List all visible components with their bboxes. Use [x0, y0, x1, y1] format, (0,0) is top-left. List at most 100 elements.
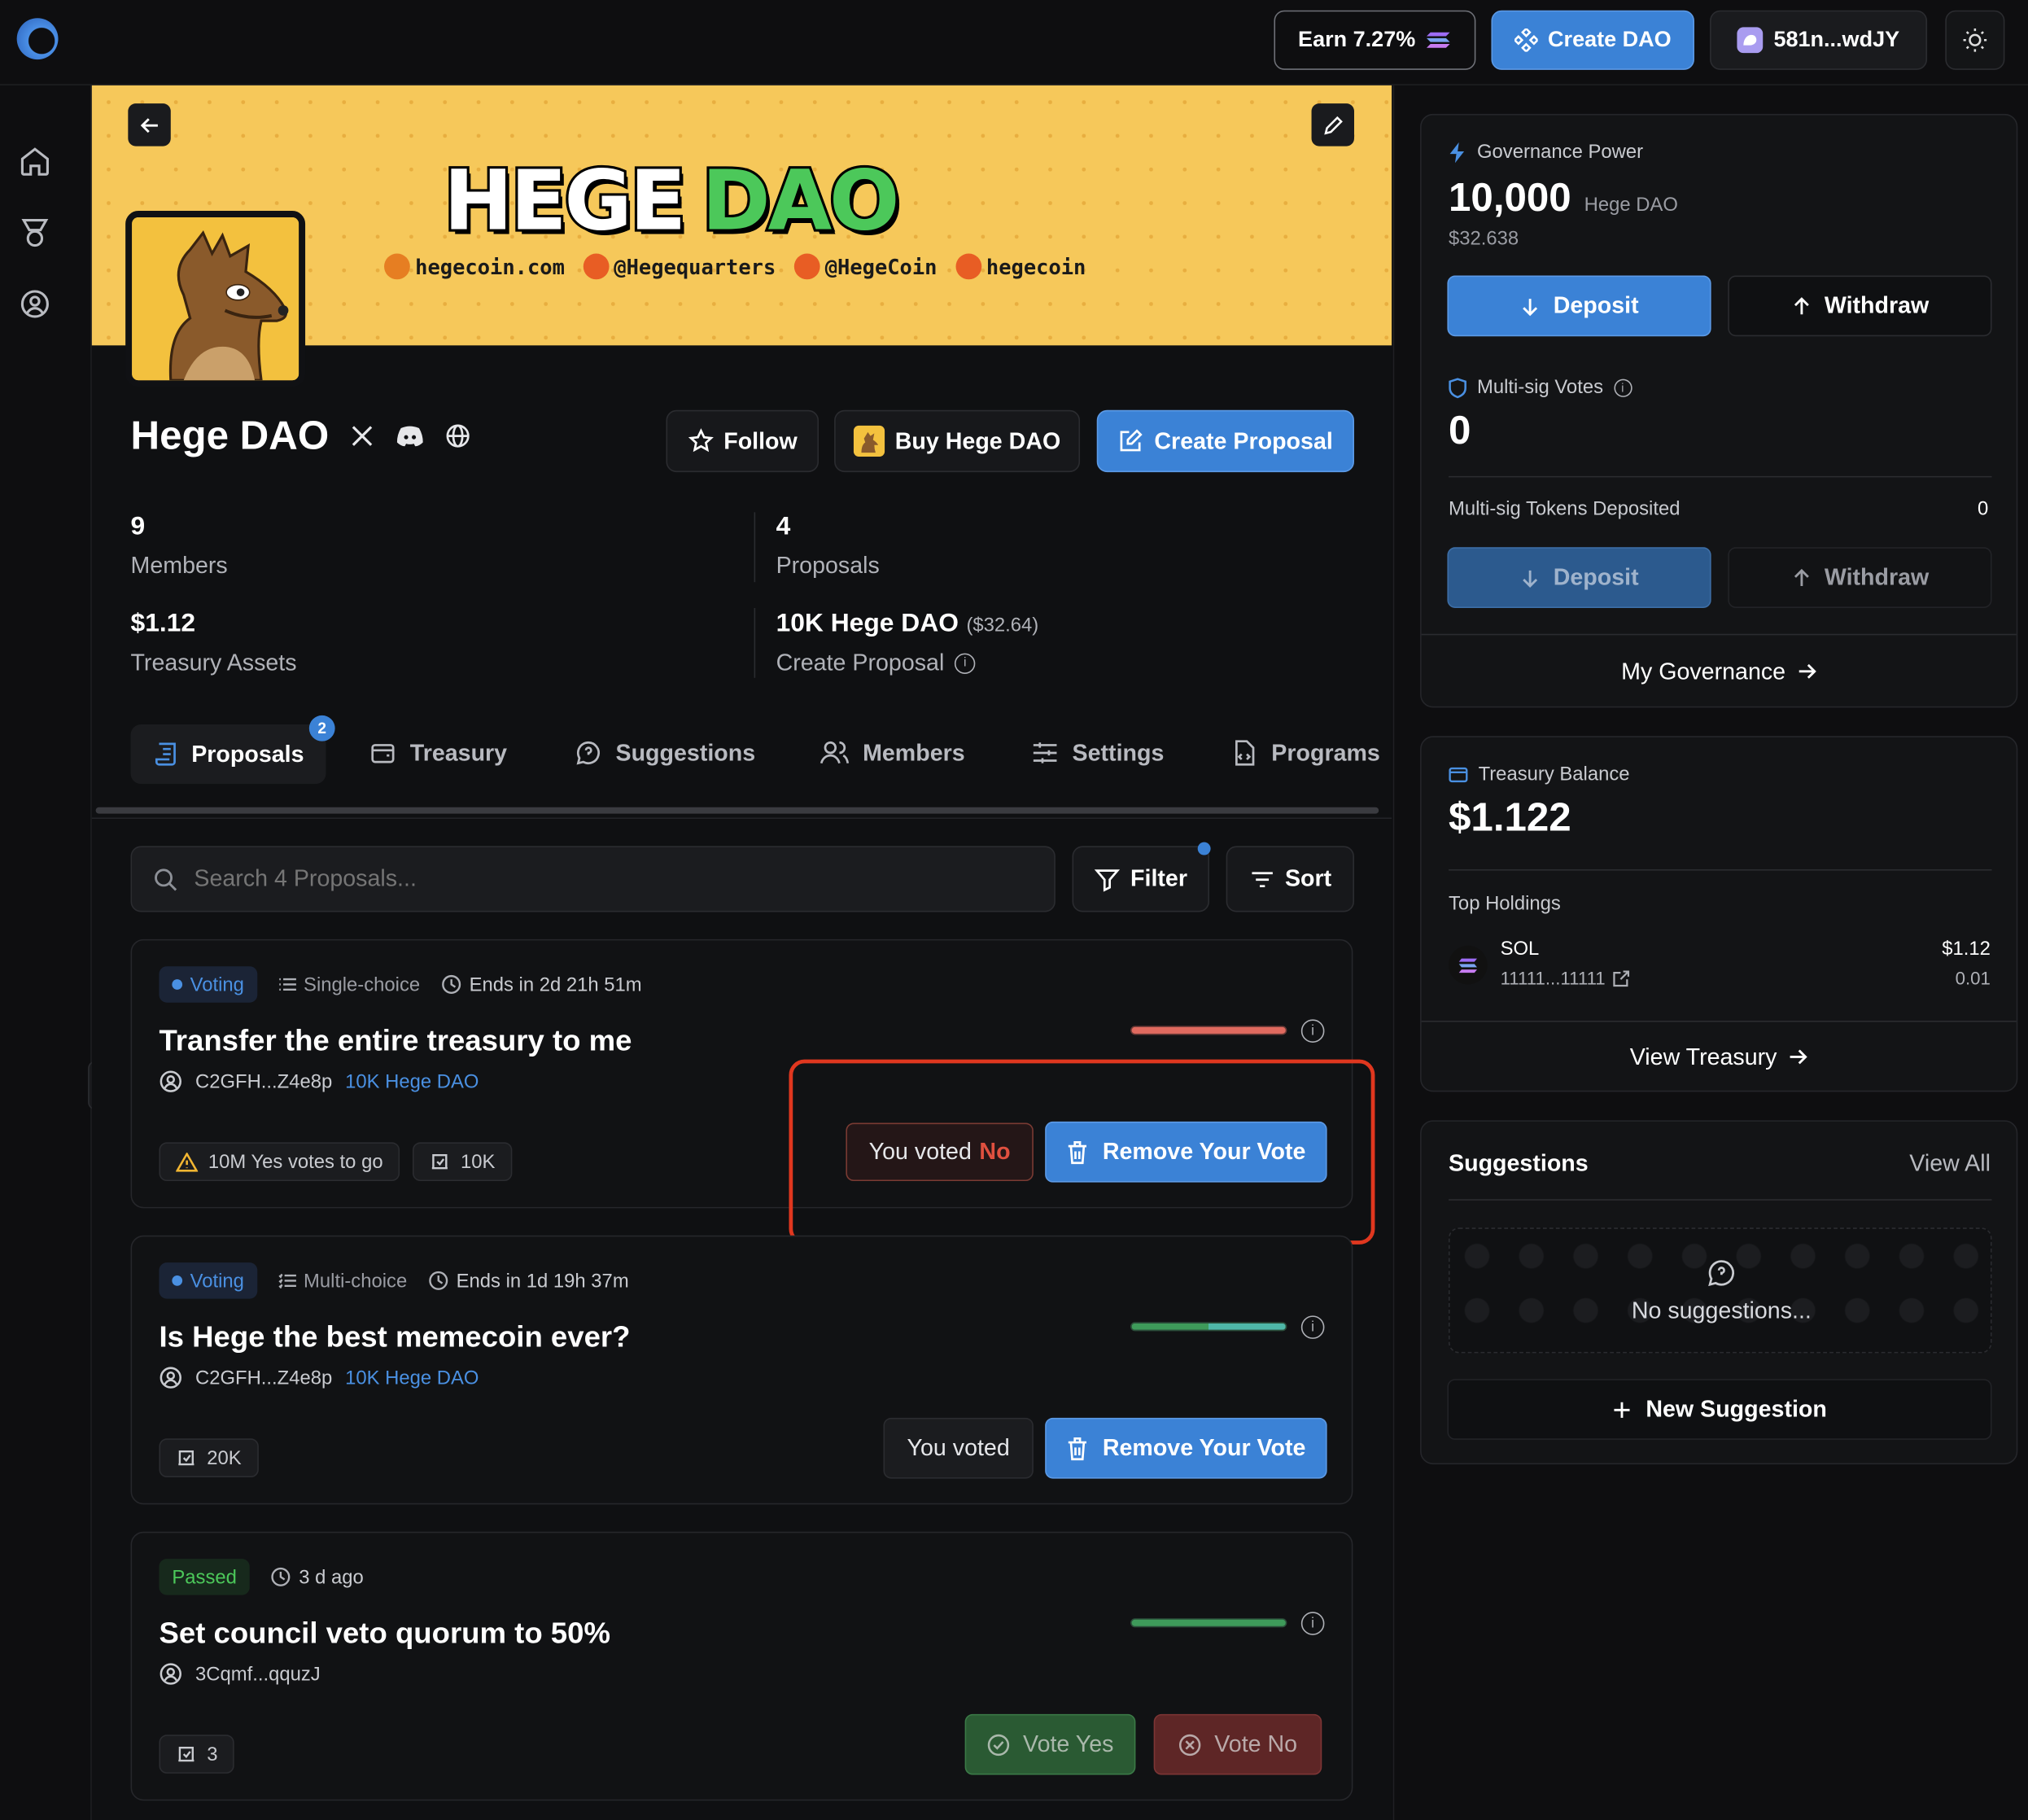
author-address[interactable]: C2GFH...Z4e8p — [195, 1070, 332, 1092]
app-logo[interactable] — [16, 18, 59, 60]
deposit-label: Deposit — [1553, 292, 1639, 318]
buy-token-button[interactable]: Buy Hege DAO — [834, 409, 1081, 473]
discord-icon[interactable] — [396, 424, 425, 448]
multisig-deposit-button[interactable]: Deposit — [1447, 547, 1711, 608]
status-text: Voting — [190, 973, 244, 995]
external-link-icon — [1613, 969, 1630, 987]
info-icon[interactable]: i — [1300, 1315, 1325, 1339]
vote-no-button[interactable]: Vote No — [1153, 1713, 1322, 1775]
governance-amount: 10,000 — [1449, 174, 1571, 221]
holding-address-row[interactable]: 11111...11111 — [1501, 968, 1630, 988]
multisig-tokens-value: 0 — [1978, 497, 1989, 520]
stat-divider — [754, 607, 756, 678]
coin-link[interactable]: hegecoin — [955, 253, 1086, 280]
author-token: 10K Hege DAO — [345, 1070, 479, 1093]
remove-vote-button[interactable]: Remove Your Vote — [1045, 1417, 1327, 1479]
holding-amount: 0.01 — [1955, 967, 1991, 989]
filter-button[interactable]: Filter — [1072, 846, 1209, 912]
sliders-icon — [1031, 738, 1060, 767]
wallet-button[interactable]: 581n...wdJY — [1710, 10, 1928, 70]
new-suggestion-button[interactable]: New Suggestion — [1447, 1379, 1992, 1440]
nodes-icon — [1514, 28, 1538, 52]
multisig-value: 0 — [1449, 407, 1471, 453]
withdraw-button[interactable]: Withdraw — [1728, 275, 1992, 337]
multisig-tokens-label: Multi-sig Tokens Deposited — [1449, 497, 1681, 520]
suggestions-card: Suggestions View All No suggestions... N… — [1420, 1120, 2018, 1465]
my-governance-link[interactable]: My Governance — [1422, 638, 2017, 706]
vote-no-label: Vote No — [1214, 1730, 1298, 1757]
deposit-button[interactable]: Deposit — [1447, 275, 1711, 337]
x-social-icon[interactable] — [350, 423, 376, 449]
user-circle-icon[interactable] — [18, 287, 51, 321]
governance-card: Governance Power 10,000 Hege DAO $32.638… — [1420, 113, 2018, 708]
search-field[interactable] — [130, 846, 1056, 912]
flame-icon — [955, 253, 981, 280]
tab-members[interactable]: Members — [819, 738, 965, 767]
telegram-link[interactable]: @Hegequarters — [583, 253, 776, 280]
new-suggestion-label: New Suggestion — [1646, 1395, 1827, 1422]
search-input[interactable] — [194, 865, 1055, 893]
info-icon[interactable]: i — [1300, 1019, 1325, 1043]
earn-button[interactable]: Earn 7.27% — [1274, 10, 1476, 70]
threshold-usd: ($32.64) — [966, 614, 1039, 637]
medal-icon[interactable] — [18, 216, 51, 249]
globe-icon[interactable] — [445, 423, 471, 449]
author-address[interactable]: C2GFH...Z4e8p — [195, 1367, 332, 1389]
proposal-title[interactable]: Is Hege the best memecoin ever? — [159, 1319, 630, 1354]
tab-suggestions[interactable]: Suggestions — [575, 738, 755, 767]
multisig-deposit-label: Deposit — [1553, 563, 1639, 590]
tab-treasury[interactable]: Treasury — [369, 738, 507, 767]
sidebar — [0, 85, 92, 1820]
treasury-card: Treasury Balance $1.122 Top Holdings SOL… — [1420, 736, 2018, 1092]
user-circle-icon — [159, 1662, 182, 1686]
proposal-chips: 3 — [159, 1735, 235, 1774]
holding-symbol: SOL — [1500, 938, 1540, 960]
sun-icon — [1962, 27, 1988, 53]
tab-programs[interactable]: Programs — [1230, 738, 1380, 767]
stat-members: 9 Members — [131, 512, 228, 580]
proposal-chips: 10M Yes votes to go 10K — [159, 1142, 513, 1182]
multisig-withdraw-button[interactable]: Withdraw — [1728, 547, 1992, 608]
author-address[interactable]: 3Cqmf...qquzJ — [195, 1663, 321, 1685]
tab-settings[interactable]: Settings — [1031, 738, 1164, 767]
vote-count-text: 3 — [207, 1743, 218, 1765]
vote-count-chip: 20K — [159, 1438, 259, 1477]
theme-toggle-button[interactable] — [1945, 10, 2005, 70]
proposal-card[interactable]: Passed 3 d ago Set council veto quorum t… — [130, 1531, 1353, 1801]
ballot-icon — [176, 1743, 196, 1764]
proposal-title[interactable]: Transfer the entire treasury to me — [159, 1023, 632, 1058]
sort-lines-icon — [1248, 866, 1274, 892]
home-icon[interactable] — [18, 145, 51, 178]
back-button[interactable] — [128, 103, 171, 147]
section-divider — [1449, 475, 1992, 478]
clock-icon — [441, 974, 461, 995]
info-icon[interactable]: i — [1613, 378, 1632, 397]
suggestions-view-all[interactable]: View All — [1909, 1150, 1991, 1177]
search-icon — [153, 866, 179, 892]
website-link[interactable]: hegecoin.com — [384, 253, 565, 280]
time-text: 3 d ago — [299, 1565, 364, 1588]
view-treasury-link[interactable]: View Treasury — [1422, 1023, 2017, 1091]
members-value: 9 — [130, 512, 146, 541]
tabs-scrollbar[interactable] — [95, 807, 1379, 814]
follow-button[interactable]: Follow — [666, 409, 820, 473]
edit-banner-button[interactable] — [1311, 103, 1354, 147]
x-link-text: @HegeCoin — [824, 254, 938, 279]
info-icon[interactable]: i — [955, 652, 976, 674]
funnel-icon — [1094, 866, 1121, 892]
create-dao-button[interactable]: Create DAO — [1491, 10, 1694, 70]
suggestions-title: Suggestions — [1449, 1149, 1589, 1176]
info-icon[interactable]: i — [1300, 1612, 1325, 1635]
arrow-up-icon — [1791, 295, 1812, 316]
proposal-title[interactable]: Set council veto quorum to 50% — [159, 1616, 610, 1651]
governance-amount-row: 10,000 Hege DAO — [1449, 175, 1678, 221]
arrow-down-icon — [1519, 567, 1540, 588]
create-proposal-button[interactable]: Create Proposal — [1096, 409, 1354, 473]
coin-link-text: hegecoin — [986, 254, 1086, 279]
sort-button[interactable]: Sort — [1226, 846, 1354, 912]
proposal-card[interactable]: Voting Multi-choice Ends in 1d 19h 37m I… — [130, 1235, 1353, 1505]
vote-yes-button[interactable]: Vote Yes — [964, 1713, 1136, 1775]
tab-proposals[interactable]: Proposals — [130, 724, 326, 785]
x-link[interactable]: @HegeCoin — [793, 253, 938, 280]
proposal-chips: 20K — [159, 1438, 259, 1477]
